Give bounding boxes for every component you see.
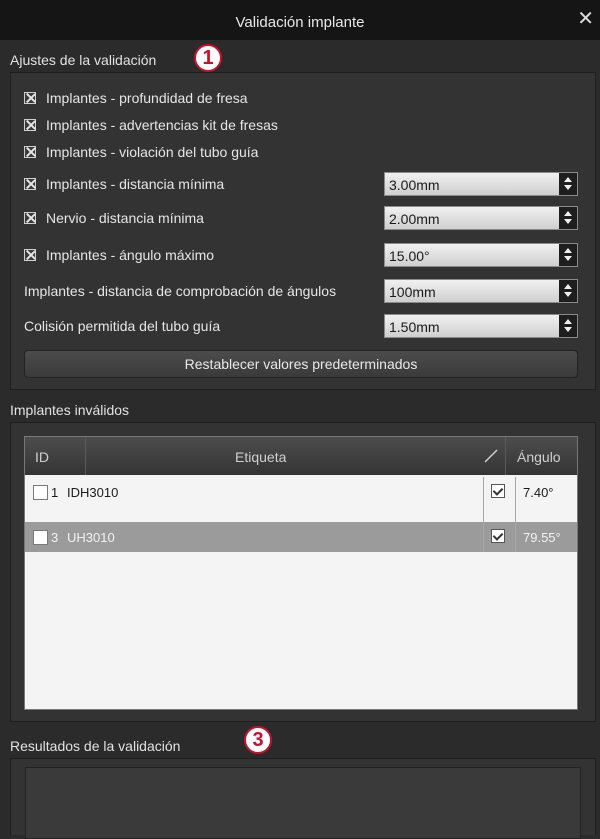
results-area: [25, 767, 581, 839]
row-label: Colisión permitida del tubo guía: [24, 318, 221, 334]
checkbox-icon[interactable]: [24, 249, 36, 261]
settings-section-label: Ajustes de la validación: [10, 52, 157, 68]
check-label: Implantes - ángulo máximo: [46, 247, 215, 263]
row-checkbox[interactable]: [33, 530, 48, 545]
spin-arrows-icon[interactable]: [559, 315, 577, 337]
close-icon[interactable]: ✕: [577, 9, 594, 29]
table-header: ID Etiqueta Ángulo: [25, 437, 577, 475]
title-bar: Validación implante ✕: [0, 0, 600, 40]
check-label: Implantes - advertencias kit de fresas: [46, 117, 278, 133]
annotation-badge-3: 3: [244, 726, 272, 754]
nerve-distance-spinbox[interactable]: 2.00mm: [384, 206, 578, 230]
spinbox-value: 100mm: [389, 284, 436, 300]
implant-distance-spinbox[interactable]: 3.00mm: [384, 172, 578, 196]
checkbox-icon[interactable]: [24, 146, 36, 158]
window-title: Validación implante: [235, 14, 365, 31]
header-divider: [505, 437, 506, 475]
table-row[interactable]: 1 IDH3010 7.40°: [25, 477, 577, 507]
guide-tube-collision-row: Colisión permitida del tubo guía: [24, 314, 220, 338]
reset-defaults-button[interactable]: Restablecer valores predeterminados: [24, 350, 578, 378]
results-section-label: Resultados de la validación: [10, 738, 181, 754]
column-divider: [483, 477, 484, 552]
angle-check-distance-spinbox[interactable]: 100mm: [384, 279, 578, 303]
check-violacion-tubo[interactable]: Implantes - violación del tubo guía: [24, 140, 258, 164]
check-angulo-maximo[interactable]: Implantes - ángulo máximo: [24, 243, 214, 267]
check-nervio-distancia[interactable]: Nervio - distancia mínima: [24, 206, 204, 230]
col-id-header[interactable]: ID: [35, 449, 49, 465]
spinbox-value: 15.00°: [389, 248, 430, 264]
check-advertencias-kit[interactable]: Implantes - advertencias kit de fresas: [24, 113, 278, 137]
invalid-section-label: Implantes inválidos: [10, 402, 130, 418]
table-row-selected[interactable]: 3 UH3010 79.55°: [25, 522, 577, 552]
row-angle: 79.55°: [523, 530, 561, 545]
spin-arrows-icon[interactable]: [559, 207, 577, 229]
row-id: 3: [51, 530, 59, 545]
invalid-implants-table: ID Etiqueta Ángulo 1 IDH3010 7.40° 3 UH3…: [24, 436, 578, 710]
check-label: Implantes - profundidad de fresa: [46, 90, 248, 106]
checkbox-icon[interactable]: [24, 212, 36, 224]
header-divider: [85, 437, 86, 475]
checkbox-icon[interactable]: [24, 178, 36, 190]
spin-arrows-icon[interactable]: [559, 244, 577, 266]
spinbox-value: 1.50mm: [389, 319, 440, 335]
max-angle-spinbox[interactable]: 15.00°: [384, 243, 578, 267]
check-implantes-distancia[interactable]: Implantes - distancia mínima: [24, 172, 224, 196]
column-divider: [515, 477, 516, 552]
spinbox-value: 2.00mm: [389, 211, 440, 227]
row-angle: 7.40°: [523, 485, 554, 500]
guide-tube-collision-spinbox[interactable]: 1.50mm: [384, 314, 578, 338]
check-label: Implantes - violación del tubo guía: [46, 144, 259, 160]
angle-check-distance-row: Implantes - distancia de comprobación de…: [24, 279, 336, 303]
row-check-icon[interactable]: [491, 529, 505, 543]
checkbox-icon[interactable]: [24, 92, 36, 104]
row-label: Implantes - distancia de comprobación de…: [24, 283, 337, 299]
checkbox-icon[interactable]: [24, 119, 36, 131]
spin-arrows-icon[interactable]: [559, 280, 577, 302]
check-profundidad-fresa[interactable]: Implantes - profundidad de fresa: [24, 86, 248, 110]
row-label: IDH3010: [67, 485, 119, 500]
annotation-badge-1: 1: [194, 44, 222, 72]
spin-arrows-icon[interactable]: [559, 173, 577, 195]
row-label: UH3010: [67, 530, 115, 545]
check-label: Nervio - distancia mínima: [46, 210, 204, 226]
row-checkbox[interactable]: [33, 485, 48, 500]
spinbox-value: 3.00mm: [389, 177, 440, 193]
row-check-icon[interactable]: [491, 484, 505, 498]
check-label: Implantes - distancia mínima: [46, 176, 225, 192]
row-id: 1: [51, 485, 59, 500]
col-label-header[interactable]: Etiqueta: [235, 449, 286, 465]
results-panel: [10, 758, 596, 839]
angle-line-icon: [484, 449, 498, 463]
col-angle-header[interactable]: Ángulo: [517, 449, 561, 465]
